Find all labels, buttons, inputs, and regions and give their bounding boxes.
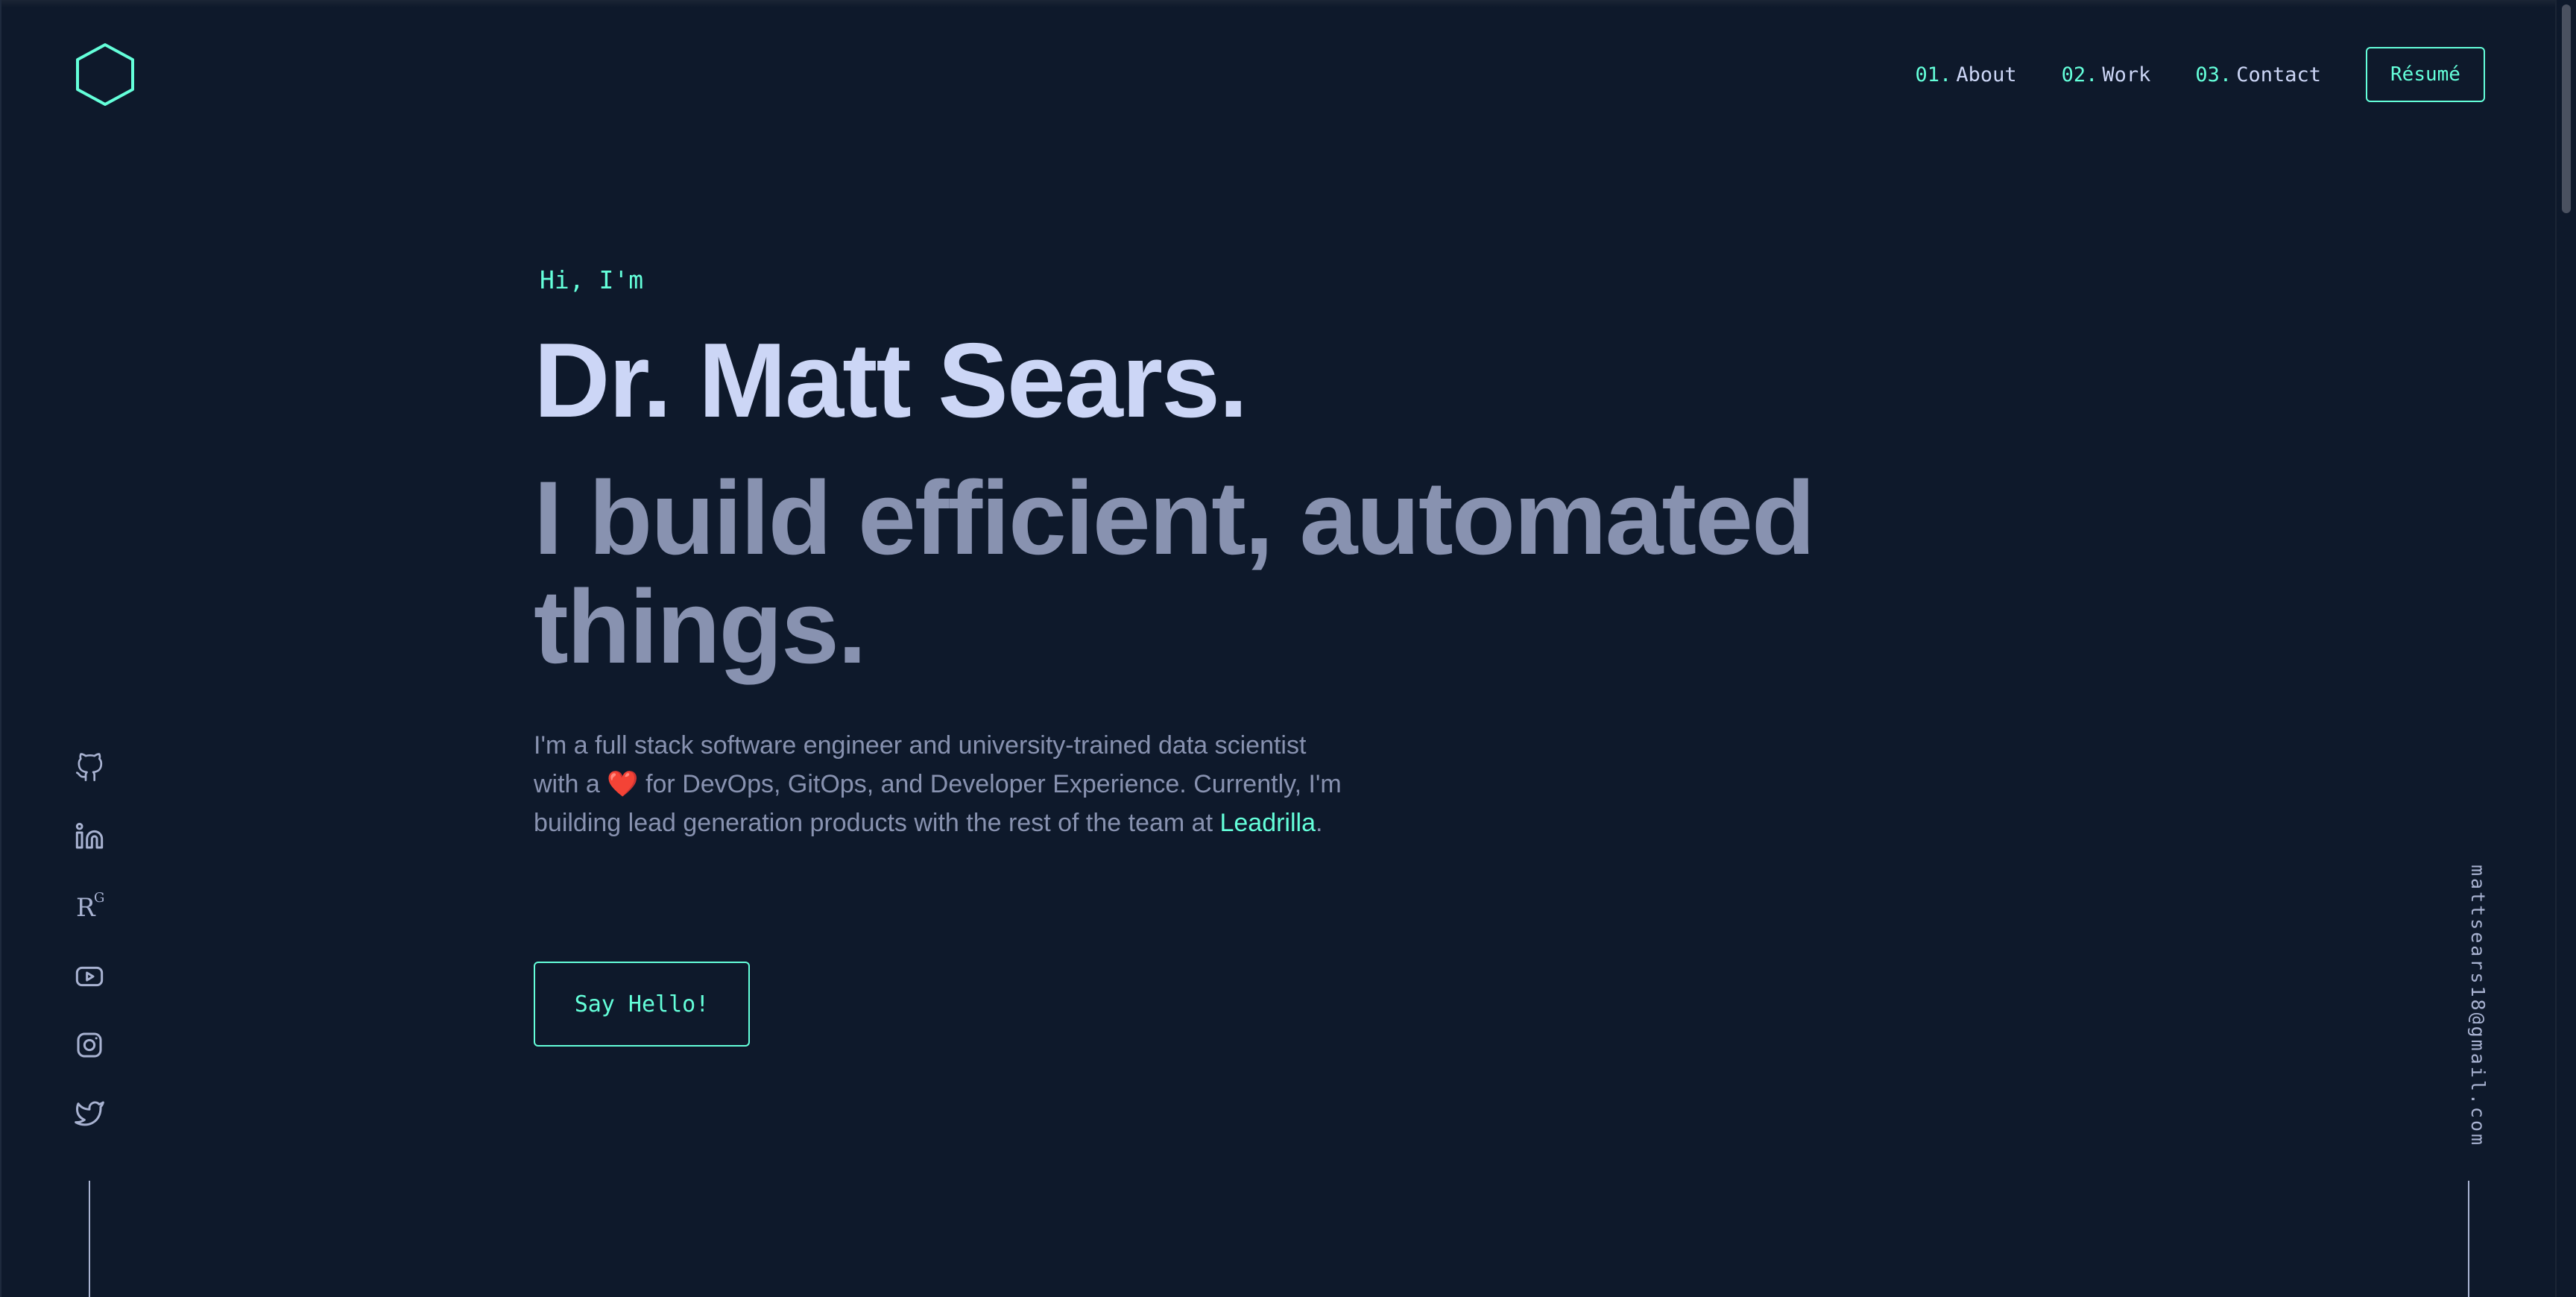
nav-item-number: 01. [1915,63,1952,86]
nav-item-about[interactable]: 01. About [1916,63,2017,86]
scrollbar-thumb[interactable] [2562,4,2571,213]
nav-item-label: Contact [2236,63,2321,86]
researchgate-r: R [76,893,95,923]
nav-item-number: 02. [2061,63,2098,86]
say-hello-button[interactable]: Say Hello! [534,962,750,1047]
resume-button[interactable]: Résumé [2366,47,2485,102]
left-edge [0,0,1,1297]
heart-icon: ❤️ [607,770,639,798]
page: 01. About 02. Work 03. Contact Résumé Hi, I… [0,0,2576,1297]
youtube-icon[interactable] [73,962,106,991]
leadrilla-link[interactable]: Leadrilla [1219,809,1316,837]
social-divider-line [89,1181,90,1297]
hero-tagline: I build efficient, automated things. [534,459,1815,685]
nav-item-label: About [1956,63,2017,86]
twitter-icon[interactable] [73,1099,106,1129]
social-sidebar: R G [72,753,107,1129]
email-divider-line [2468,1181,2469,1297]
researchgate-icon[interactable]: R G [73,890,106,923]
hero-greeting: Hi, I'm [540,265,644,294]
nav-item-work[interactable]: 02. Work [2062,63,2151,86]
nav-item-label: Work [2102,63,2151,86]
hero-name: Dr. Matt Sears. [534,321,1248,440]
hero-intro: I'm a full stack software engineer and u… [534,726,1354,842]
github-icon[interactable] [73,753,106,783]
instagram-icon[interactable] [73,1030,106,1060]
page-scrollbar[interactable] [2555,0,2576,1297]
researchgate-g: G [94,890,105,906]
logo-hexagon-icon[interactable] [75,42,136,107]
email-link[interactable]: mattsears18@gmail.com [2467,865,2489,1147]
intro-end: . [1316,809,1323,837]
linkedin-icon[interactable] [73,821,106,851]
nav-item-number: 03. [2195,63,2232,86]
main-nav: 01. About 02. Work 03. Contact Résumé [1916,0,2485,149]
nav-item-contact[interactable]: 03. Contact [2195,63,2321,86]
